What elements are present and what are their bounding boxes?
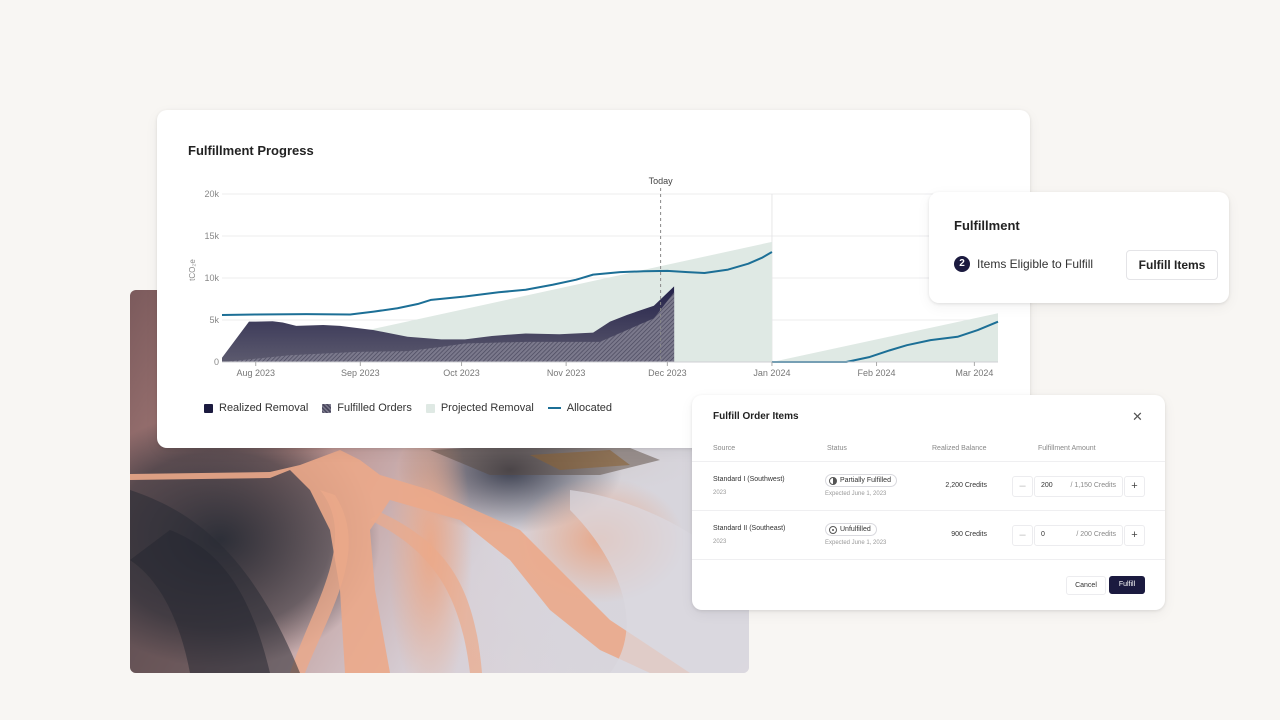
amount-value: 200	[1041, 482, 1053, 489]
legend-item-fulfilled: Fulfilled Orders	[322, 402, 412, 414]
source-name: Standard I (Southwest)	[713, 476, 785, 483]
status-label: Unfulfilled	[840, 526, 871, 533]
y-tick-label: 0	[214, 357, 219, 367]
y-axis-label: tCO₂e	[188, 259, 197, 281]
amount-max: / 1,150 Credits	[1070, 482, 1116, 489]
x-tick-label: Oct 2023	[443, 368, 480, 378]
y-tick-label: 20k	[204, 189, 219, 199]
projected-removal-area	[771, 313, 998, 362]
amount-max: / 200 Credits	[1076, 531, 1116, 538]
realized-balance: 2,200 Credits	[945, 482, 987, 489]
column-header-source: Source	[713, 445, 736, 452]
legend-item-projected: Projected Removal	[425, 402, 534, 414]
y-tick-label: 5k	[209, 315, 219, 325]
decrement-button[interactable]: –	[1012, 525, 1033, 546]
fulfillment-amount-input[interactable]: 200 / 1,150 Credits	[1034, 476, 1123, 497]
today-label: Today	[649, 176, 674, 186]
legend-label: Fulfilled Orders	[337, 402, 412, 414]
x-tick-label: Feb 2024	[858, 368, 896, 378]
x-tick-label: Aug 2023	[236, 368, 275, 378]
legend-label: Allocated	[566, 402, 613, 414]
decrement-button[interactable]: –	[1012, 476, 1033, 497]
status-badge: Unfulfilled	[825, 523, 877, 536]
cancel-button[interactable]: Cancel	[1066, 576, 1106, 595]
increment-button[interactable]: +	[1124, 476, 1145, 497]
fulfillment-amount-input[interactable]: 0 / 200 Credits	[1034, 525, 1123, 546]
realized-balance: 900 Credits	[951, 531, 987, 538]
projected-swatch	[425, 403, 435, 413]
fulfill-order-items-dialog: Fulfill Order Items ✕ Source Status Real…	[692, 395, 1165, 610]
half-circle-icon	[829, 476, 837, 485]
fulfill-items-button[interactable]: Fulfill Items	[1126, 250, 1218, 280]
dot-circle-icon	[829, 525, 837, 534]
y-tick-label: 15k	[204, 231, 219, 241]
fulfill-button[interactable]: Fulfill	[1109, 576, 1145, 594]
divider	[692, 461, 1165, 462]
legend-item-realized: Realized Removal	[204, 402, 308, 414]
chart-legend: Realized Removal Fulfilled Orders Projec…	[204, 402, 612, 414]
expected-date: Expected June 1, 2023	[825, 540, 887, 546]
x-tick-label: Dec 2023	[648, 368, 687, 378]
dialog-title: Fulfill Order Items	[713, 411, 799, 422]
increment-button[interactable]: +	[1124, 525, 1145, 546]
close-icon[interactable]: ✕	[1132, 409, 1143, 425]
expected-date: Expected June 1, 2023	[825, 491, 887, 497]
divider	[692, 559, 1165, 560]
amount-value: 0	[1041, 531, 1045, 538]
x-tick-label: Nov 2023	[547, 368, 586, 378]
source-year: 2023	[713, 539, 727, 545]
allocated-swatch	[547, 407, 561, 409]
column-header-fulfillment-amount: Fulfillment Amount	[1038, 445, 1096, 452]
eligible-count-badge: 2	[954, 256, 970, 272]
column-header-status: Status	[827, 445, 847, 452]
source-year: 2023	[713, 490, 727, 496]
fulfilled-swatch	[322, 403, 332, 413]
source-name: Standard II (Southeast)	[713, 525, 786, 532]
legend-label: Projected Removal	[440, 402, 534, 414]
legend-item-allocated: Allocated	[547, 402, 613, 414]
realized-swatch	[204, 403, 213, 413]
column-header-realized-balance: Realized Balance	[932, 445, 987, 452]
divider	[692, 510, 1165, 511]
y-tick-label: 10k	[204, 273, 219, 283]
fulfillment-title: Fulfillment	[954, 218, 1020, 233]
fulfillment-summary-card: Fulfillment 2 Items Eligible to Fulfill …	[929, 192, 1229, 303]
x-tick-label: Sep 2023	[341, 368, 380, 378]
x-tick-label: Jan 2024	[753, 368, 790, 378]
status-badge: Partially Fulfilled	[825, 474, 897, 487]
x-tick-label: Mar 2024	[955, 368, 993, 378]
status-label: Partially Fulfilled	[840, 477, 891, 484]
legend-label: Realized Removal	[219, 402, 309, 414]
eligible-items-text: Items Eligible to Fulfill	[977, 257, 1094, 271]
